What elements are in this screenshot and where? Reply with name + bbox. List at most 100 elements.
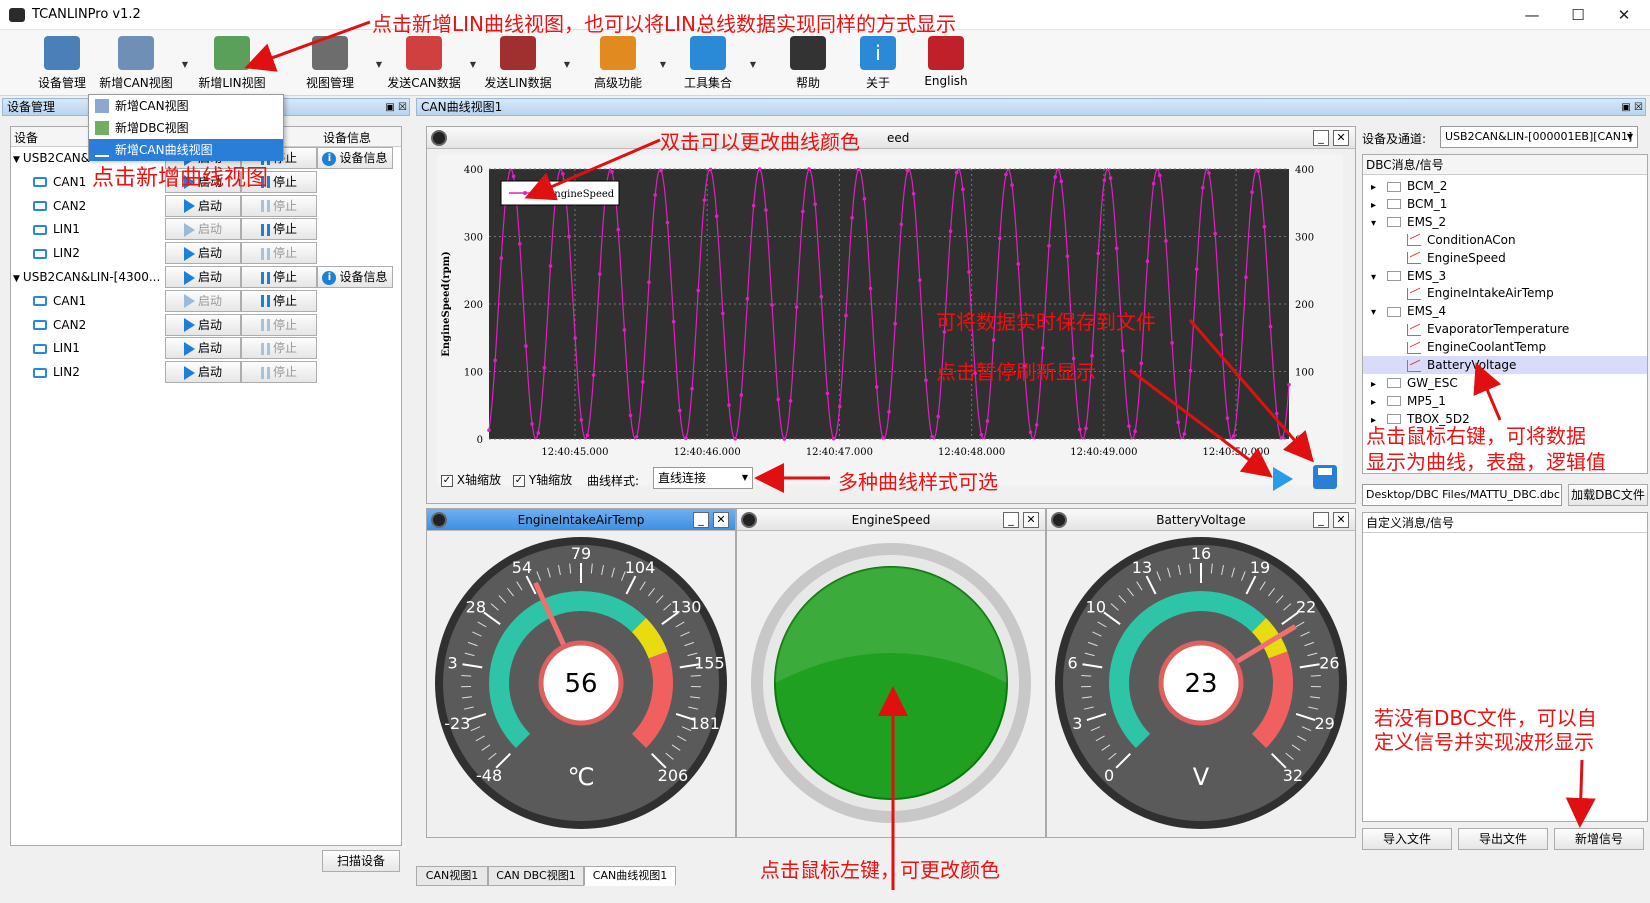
view-tab[interactable]: CAN DBC视图1 [488,866,584,886]
stop-button[interactable]: 停止 [241,218,317,241]
device-info-button[interactable]: i 设备信息 [317,266,393,288]
device-tree-item[interactable]: CAN2 [33,197,183,215]
toolbar-send-lin-button[interactable]: 发送LIN数据 ▼ [478,34,570,94]
data-point [1010,183,1014,187]
dbc-tree-item[interactable]: EngineIntakeAirTemp [1363,284,1647,302]
device-tree-item[interactable]: LIN1 [33,339,183,357]
plot-window-header: eed _ ✕ [427,127,1355,149]
toolbar-add-can-view-button[interactable]: 新增CAN视图 ▼ [96,34,188,94]
dropdown-arrow-icon[interactable]: ▼ [564,60,570,69]
x-zoom-checkbox[interactable]: ✓ X轴缩放 [441,471,501,488]
toolbar-advanced-button[interactable]: 高级功能 ▼ [582,34,666,94]
dbc-tree-item[interactable]: ▸ GW_ESC [1363,374,1647,392]
device-table: 设备 设备信息 ▼USB2CAN&启动停止i设备信息CAN1启动停止CAN2启动… [10,126,402,846]
toolbar-add-lin-view-button[interactable]: 新增LIN视图 [192,34,272,94]
panel-close-icon[interactable]: ▣ ☒ [385,100,407,116]
gauge-minimize-button[interactable]: _ [1003,512,1019,528]
view-tab[interactable]: CAN视图1 [416,866,488,886]
data-point [1096,251,1101,256]
expand-icon[interactable]: ▼ [13,274,20,284]
toolbar-tools-button[interactable]: 工具集合 ▼ [672,34,756,94]
device-tree-item[interactable]: LIN2 [33,244,183,262]
start-button[interactable]: 启动 [165,266,241,288]
dbc-tree-item[interactable]: EngineCoolantTemp [1363,338,1647,356]
gauge-close-button[interactable]: ✕ [1333,512,1349,528]
scan-device-button[interactable]: 扫描设备 [322,850,400,872]
dropdown-item-add-dbc-view[interactable]: 新增DBC视图 [89,117,283,139]
device-tree-item[interactable]: CAN1 [33,292,183,310]
start-button[interactable]: 启动 [165,337,241,360]
dial-gauge[interactable]: -48 -23 3 28 54 79 104 130 155 181 206 56 ℃ [428,533,734,833]
start-label: 启动 [197,341,222,356]
data-point [511,174,516,179]
dbc-tree-item[interactable]: ▸ BCM_2 [1363,177,1647,195]
dropdown-arrow-icon[interactable]: ▼ [660,60,666,69]
toolbar-device-button[interactable]: 设备管理 [22,34,102,94]
gauge-minimize-button[interactable]: _ [1313,512,1329,528]
device-tree-item[interactable]: CAN2 [33,316,183,334]
curve-style-select[interactable]: 直线连接 ▼ [653,467,753,489]
device-channel-select[interactable]: USB2CAN&LIN-[000001EB][CAN1] ▼ [1440,126,1638,148]
dropdown-arrow-icon[interactable]: ▼ [182,60,188,69]
load-dbc-button[interactable]: 加载DBC文件 [1568,484,1648,506]
data-point [1194,267,1199,271]
close-button[interactable]: ✕ [1601,0,1647,30]
stop-button[interactable]: 停止 [241,266,317,288]
toolbar-help-button[interactable]: 帮助 [772,34,844,94]
gauge-minimize-button[interactable]: _ [693,512,709,528]
toolbar-english-flag-button[interactable]: English [910,34,982,94]
save-file-button[interactable] [1313,465,1337,489]
start-button[interactable]: 启动 [165,218,241,241]
start-button[interactable]: 启动 [165,361,241,384]
gauge-close-button[interactable]: ✕ [713,512,729,528]
start-button[interactable]: 启动 [165,194,241,217]
indicator-lamp[interactable] [738,533,1044,833]
device-info-label: 设备信息 [339,270,388,284]
expand-icon[interactable]: ▼ [13,155,20,165]
device-info-button[interactable]: i 设备信息 [317,147,393,169]
dropdown-arrow-icon[interactable]: ▼ [750,60,756,69]
play-pause-button[interactable] [1273,467,1293,491]
dbc-tree-item[interactable]: EvaporatorTemperature [1363,320,1647,338]
import-file-button[interactable]: 导入文件 [1362,828,1452,850]
maximize-button[interactable]: ☐ [1555,0,1601,30]
stop-button[interactable]: 停止 [241,313,317,336]
toolbar-send-can-button[interactable]: 发送CAN数据 ▼ [384,34,476,94]
plot-minimize-button[interactable]: _ [1313,130,1329,146]
device-tree-item[interactable]: ▼ USB2CAN&LIN-[4300... [13,268,163,286]
view-close-icon[interactable]: ▣ ☒ [1621,100,1643,116]
stop-button[interactable]: 停止 [241,242,317,265]
start-button[interactable]: 启动 [165,242,241,265]
toolbar-about-button[interactable]: i 关于 [842,34,914,94]
stop-button[interactable]: 停止 [241,289,317,312]
dropdown-item-add-can-curve-view[interactable]: 新增CAN曲线视图 [89,139,283,161]
device-tree-item[interactable]: LIN2 [33,363,183,381]
export-file-button[interactable]: 导出文件 [1458,828,1548,850]
dropdown-item-add-can-view[interactable]: 新增CAN视图 [89,95,283,117]
dbc-tree-item[interactable]: ▾ EMS_3 [1363,267,1647,285]
minimize-button[interactable]: — [1509,0,1555,30]
dial-gauge[interactable]: 0 3 6 10 13 16 19 22 26 29 32 23 V [1048,533,1354,833]
dbc-path-input[interactable]: Desktop/DBC Files/MATTU_DBC.dbc [1362,484,1562,506]
dbc-tree-item[interactable]: ▾ EMS_2 [1363,213,1647,231]
dbc-tree-item[interactable]: ▾ EMS_4 [1363,302,1647,320]
gauge-close-button[interactable]: ✕ [1023,512,1039,528]
dropdown-arrow-icon[interactable]: ▼ [376,60,382,69]
view-tab[interactable]: CAN曲线视图1 [584,866,676,886]
stop-button[interactable]: 停止 [241,361,317,384]
device-tree-item[interactable]: LIN1 [33,220,183,238]
dbc-tree-item[interactable]: ▸ MP5_1 [1363,392,1647,410]
dropdown-arrow-icon[interactable]: ▼ [470,60,476,69]
dbc-tree-item[interactable]: EngineSpeed [1363,249,1647,267]
dbc-tree-item[interactable]: BatteryVoltage [1363,356,1647,374]
dbc-tree-item[interactable]: ConditionACon [1363,231,1647,249]
add-signal-button[interactable]: 新增信号 [1554,828,1644,850]
dbc-tree-item[interactable]: ▸ BCM_1 [1363,195,1647,213]
start-button[interactable]: 启动 [165,289,241,312]
stop-button[interactable]: 停止 [241,337,317,360]
plot-close-button[interactable]: ✕ [1333,130,1349,146]
start-button[interactable]: 启动 [165,313,241,336]
y-zoom-checkbox[interactable]: ✓ Y轴缩放 [513,471,572,488]
toolbar-view-manage-button[interactable]: 视图管理 ▼ [290,34,382,94]
stop-button[interactable]: 停止 [241,194,317,217]
